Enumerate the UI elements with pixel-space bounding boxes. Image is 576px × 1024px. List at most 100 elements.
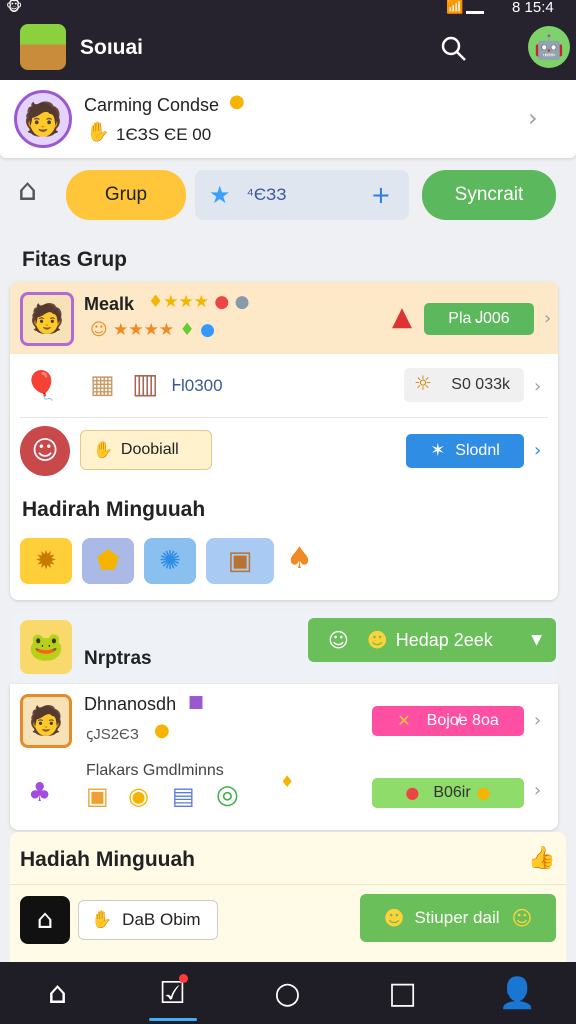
- thumbs-up-icon[interactable]: 👍: [528, 848, 555, 870]
- boost-button[interactable]: ✕ Bojo̸e 8oa: [372, 706, 524, 736]
- divider: [10, 884, 566, 885]
- dropdown-label: Hedap 2eek: [395, 629, 493, 650]
- hat-icon: ▲: [392, 302, 412, 332]
- badges-icon: ♦★★★ ● ●: [148, 292, 250, 312]
- player-name: Mealk: [84, 294, 135, 314]
- nav-home-icon[interactable]: ⌂: [0, 962, 115, 1024]
- score-label: S0 033k: [451, 376, 510, 393]
- chip-label: Doobiall: [120, 441, 179, 458]
- search-box[interactable]: ★ ⁴ЄЗЗ +: [195, 170, 409, 220]
- sync-button[interactable]: Syncrait: [422, 170, 556, 220]
- chest-icon: ▥: [132, 367, 159, 400]
- dab-label: DaB Obim: [122, 910, 201, 929]
- signal-icon: [466, 0, 484, 14]
- coin-stack-icon: ◉: [128, 782, 149, 810]
- chevron-right-icon[interactable]: ›: [534, 440, 541, 461]
- app-notification-icon: 🐵: [6, 0, 23, 15]
- slodnl-button[interactable]: ✶ Slodnl: [406, 434, 524, 468]
- list-item[interactable]: ☺ ✋ Doobiall ✶ Slodnl ›: [10, 418, 558, 486]
- nav-profile-icon[interactable]: 👤: [460, 962, 575, 1024]
- fitas-grup-card: 🧑 Mealk ♦★★★ ● ● ☺ ★★★★ ♦ ● ▲ Pla Ꭻ006 ›…: [10, 282, 558, 600]
- user-avatar-icon[interactable]: 🤖: [528, 26, 570, 68]
- weekly-rewards-title: Hadirah Minguuah: [22, 498, 206, 521]
- swords-icon: ✕: [397, 711, 411, 730]
- reward-label: B06ir: [433, 784, 471, 801]
- doobiall-chip[interactable]: ✋ Doobiall: [80, 430, 212, 470]
- item-title: Flakars Gmdlminns: [86, 762, 224, 779]
- game-logo-icon[interactable]: [20, 24, 66, 70]
- grup-button[interactable]: Grup: [66, 170, 186, 220]
- add-icon[interactable]: +: [371, 183, 391, 207]
- chevron-down-icon: ▼: [531, 632, 542, 648]
- player-avatar: 🧑: [20, 694, 72, 748]
- search-icon[interactable]: [440, 35, 468, 63]
- section-title-fitas-grup: Fitas Grup: [22, 248, 128, 271]
- search-value: ⁴ЄЗЗ: [246, 185, 287, 204]
- app-title: Soıuai: [80, 36, 144, 59]
- weekly-gift-card: Hadiah Minguuah 👍 ⌂ ✋ DaB Obim ☻ Stiuper…: [10, 832, 566, 962]
- slodnl-label: Slodnl: [455, 442, 500, 459]
- sun-reward-icon[interactable]: ✹: [20, 538, 72, 584]
- chevron-right-icon[interactable]: ›: [534, 780, 541, 801]
- super-daily-label: Stiuper dail: [414, 908, 500, 927]
- boost-label: Bojo̸e 8oa: [426, 712, 499, 729]
- wifi-icon: 📶: [446, 0, 464, 15]
- week-dropdown[interactable]: ☺ ☻ Hedap 2eek ▼: [308, 618, 556, 662]
- smile-icon: ☺: [511, 906, 533, 930]
- apple-icon: ●: [405, 783, 420, 802]
- mascot-icon: 🐸: [20, 620, 72, 674]
- shield-reward-icon[interactable]: ⬟: [82, 538, 134, 584]
- player-meta: ꞔJS2ЄЗ: [86, 726, 139, 743]
- nav-circle-icon[interactable]: ○: [230, 962, 345, 1024]
- dab-chip[interactable]: ✋ DaB Obim: [78, 900, 218, 940]
- gear-reward-icon[interactable]: ✺: [144, 538, 196, 584]
- flame-reward-icon[interactable]: ♠: [286, 544, 313, 574]
- active-indicator: [149, 1018, 197, 1021]
- box-reward-icon[interactable]: ▣: [206, 538, 274, 584]
- list-item[interactable]: 🎈 ▦ ▥ Ꮀl0300 ☼ S0 033k ›: [10, 354, 558, 418]
- sun-face-icon: ☻: [383, 906, 405, 930]
- status-bar: 🐵 📶 8 15:4: [0, 0, 576, 18]
- chevron-right-icon[interactable]: ›: [544, 308, 551, 329]
- lion-icon: ☼: [414, 371, 432, 395]
- play-button[interactable]: Pla Ꭻ006: [424, 303, 534, 335]
- list-item[interactable]: 🧑 Mealk ♦★★★ ● ● ☺ ★★★★ ♦ ● ▲ Pla Ꭻ006 ›: [10, 282, 558, 354]
- player-name: Dhnanosdh: [84, 694, 177, 714]
- reward-button[interactable]: ● B06ir ●: [372, 778, 524, 808]
- score-button[interactable]: ☼ S0 033k: [404, 368, 524, 402]
- balloon-icon: 🎈: [24, 369, 59, 402]
- barrel-icon: ▦: [90, 370, 115, 400]
- coin-icon: ●: [476, 783, 491, 802]
- player-avatar: 🧑: [20, 292, 74, 346]
- chevron-right-icon[interactable]: ›: [528, 104, 538, 132]
- nrptras-card: 🧑 Dhnanosdh ■ ꞔJS2ЄЗ ● ✕ Bojo̸e 8oa › Fl…: [10, 684, 558, 830]
- nav-tasks-icon[interactable]: ☑: [115, 962, 230, 1024]
- potion-icon: ♣: [28, 778, 52, 808]
- smile-icon: ☺: [328, 628, 349, 652]
- coin-icon: ●: [154, 720, 170, 741]
- profile-coins: 1ЄЗЅ ЄЕ 00: [116, 125, 212, 144]
- clock: 8 15:4: [512, 0, 554, 16]
- weekly-gift-title: Hadiah Minguuah: [20, 848, 195, 871]
- profile-avatar: 🧑: [14, 90, 72, 148]
- chevron-right-icon[interactable]: ›: [534, 376, 541, 397]
- profile-card[interactable]: 🧑 Carming Condse ● ✋ 1ЄЗЅ ЄЕ 00 ›: [0, 80, 576, 158]
- super-daily-button[interactable]: ☻ Stiuper dail ☺: [360, 894, 556, 942]
- hand-icon: ✋: [91, 909, 113, 930]
- nrptras-header: 🐸 Nrptras ☺ ☻ Hedap 2eek ▼: [10, 612, 558, 684]
- sparkle-icon: ♦: [280, 772, 295, 791]
- home-icon[interactable]: ⌂: [18, 176, 37, 206]
- chevron-right-icon[interactable]: ›: [534, 710, 541, 731]
- nav-square-icon[interactable]: □: [345, 962, 460, 1024]
- home-tile-icon[interactable]: ⌂: [20, 896, 70, 944]
- sun-face-icon: ☻: [366, 628, 388, 652]
- box-icon: ▣: [86, 782, 109, 810]
- handshake-icon: ✋: [93, 440, 113, 459]
- bottom-nav: ⌂ ☑ ○ □ 👤: [0, 962, 576, 1024]
- profile-name: Carming Condse: [84, 95, 220, 115]
- ghost-avatar: ☺: [20, 426, 70, 476]
- list-item[interactable]: 🧑 Dhnanosdh ■ ꞔJS2ЄЗ ● ✕ Bojo̸e 8oa ›: [10, 684, 558, 758]
- gift-icon: ▤: [172, 782, 195, 810]
- list-item[interactable]: Flakars Gmdlminns ♣ ▣ ◉ ▤ ◎ ♦ ● B06ir ● …: [10, 758, 558, 830]
- stars-icon: ☺ ★★★★ ♦ ●: [90, 320, 215, 340]
